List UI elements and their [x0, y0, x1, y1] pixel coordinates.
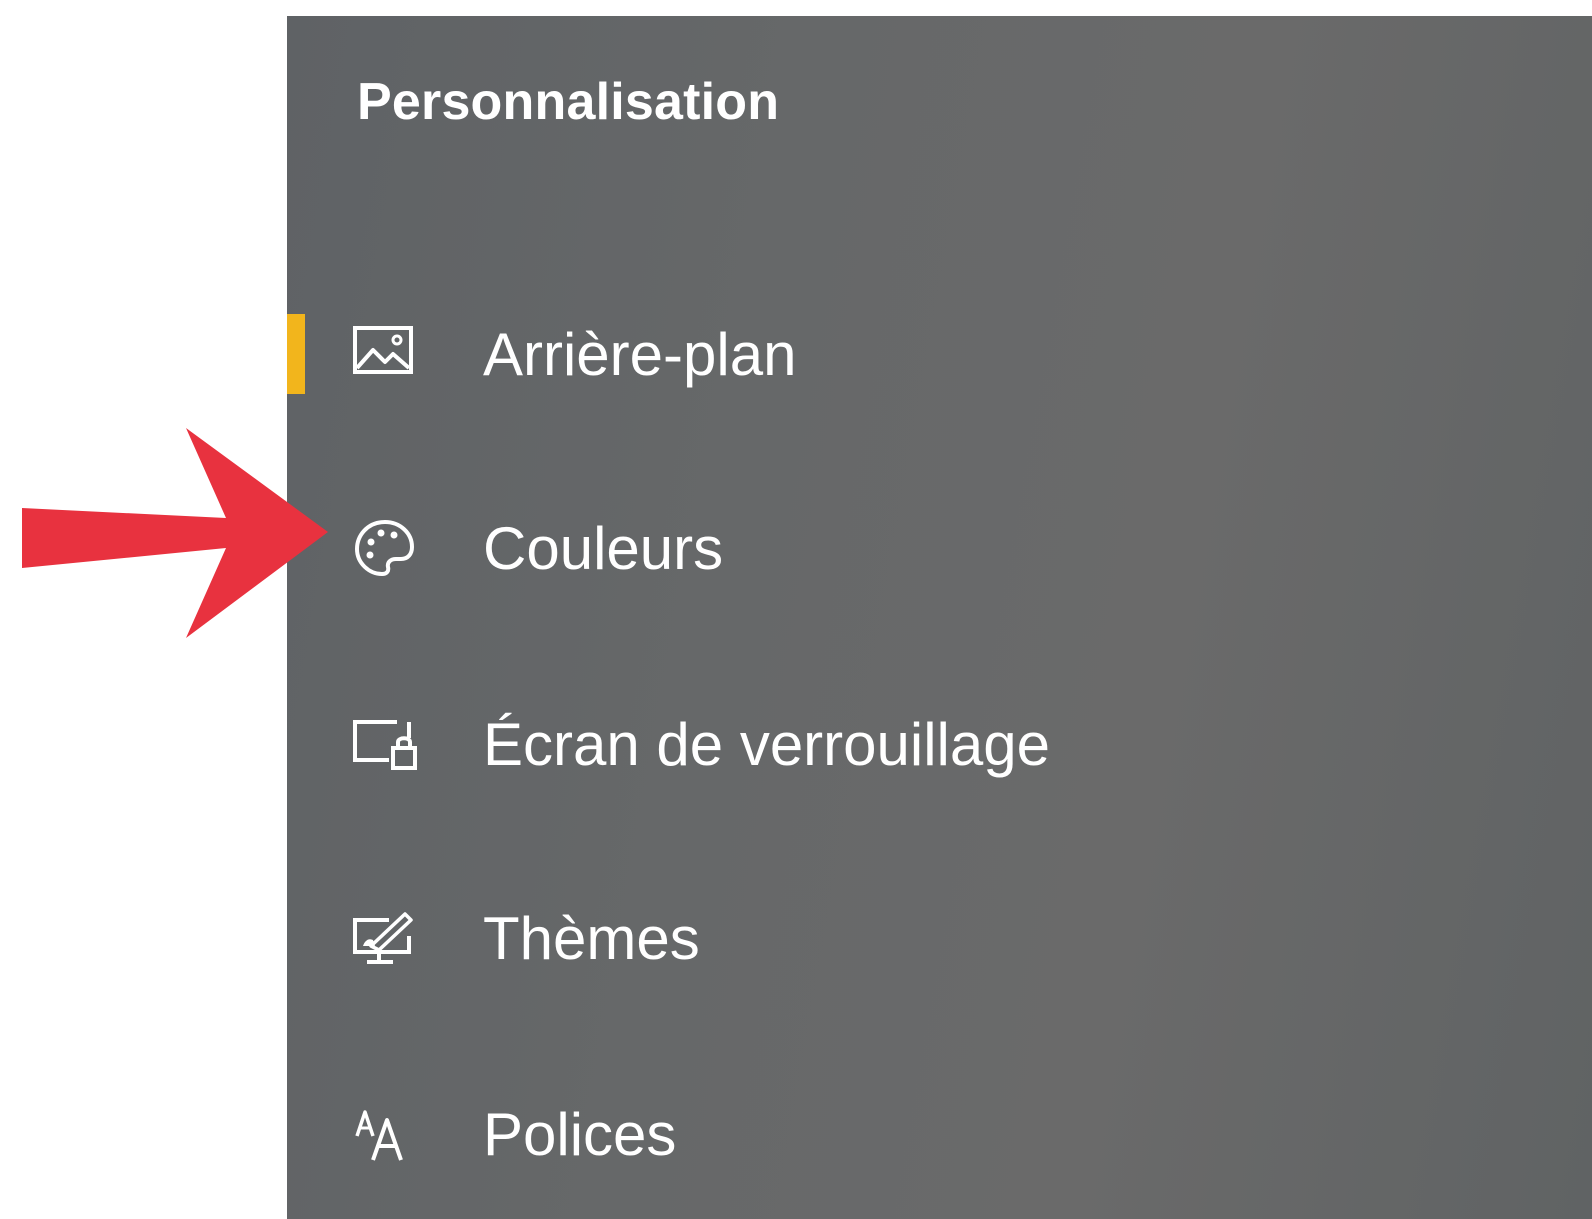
- sidebar-item-fonts[interactable]: Polices: [287, 1074, 1592, 1194]
- sidebar-item-label: Thèmes: [483, 904, 700, 972]
- sidebar-item-themes[interactable]: Thèmes: [287, 878, 1592, 998]
- page-title: Personnalisation: [357, 73, 780, 131]
- palette-icon: [355, 520, 414, 576]
- screenshot-stage: Personnalisation Arrière-plan Couleurs É…: [0, 0, 1592, 1219]
- settings-sidebar: Personnalisation Arrière-plan Couleurs É…: [287, 16, 1592, 1219]
- image-icon: [353, 326, 413, 374]
- fonts-icon: [355, 1110, 403, 1161]
- sidebar-item-label: Polices: [483, 1100, 677, 1168]
- themes-icon: [353, 912, 413, 964]
- sidebar-item-label: Arrière-plan: [483, 320, 797, 388]
- selected-indicator: [287, 314, 305, 394]
- sidebar-item-background[interactable]: Arrière-plan: [287, 294, 1592, 414]
- sidebar-item-lock-screen[interactable]: Écran de verrouillage: [287, 684, 1592, 804]
- sidebar-item-colors[interactable]: Couleurs: [287, 488, 1592, 608]
- sidebar-item-label: Écran de verrouillage: [483, 710, 1050, 778]
- lock-screen-icon: [353, 720, 417, 770]
- sidebar-item-label: Couleurs: [483, 514, 724, 582]
